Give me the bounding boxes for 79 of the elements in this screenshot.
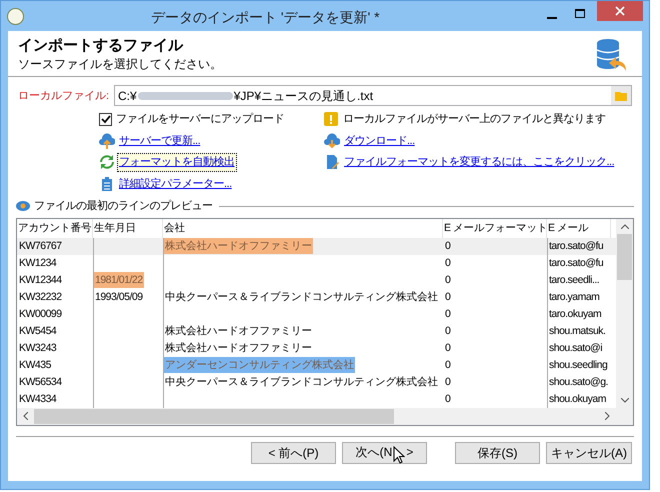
table-cell: 1981/01/22 — [94, 272, 144, 288]
file-label: ローカルファイル: — [18, 88, 108, 104]
table-cell-text: 0 — [444, 256, 452, 271]
close-button[interactable] — [597, 1, 643, 21]
window-title: データのインポート 'データを更新' * — [151, 8, 380, 27]
table-cell-text: KW32232 — [18, 290, 63, 305]
page-subtitle: ソースファイルを選択してください。 — [18, 56, 222, 73]
link[interactable]: 詳細設定パラメーター... — [118, 176, 233, 192]
table-cell-text: KW3243 — [18, 341, 58, 356]
dialog-button[interactable]: キャンセル(A) — [546, 442, 632, 464]
table-cell-text: KW12344 — [18, 273, 63, 288]
close-icon — [615, 6, 625, 16]
scrollbar-thumb[interactable] — [34, 408, 394, 424]
table-cell-text: shou.matsuk. — [548, 324, 606, 339]
vertical-scrollbar[interactable] — [616, 218, 633, 424]
section-title: ファイルの最初のラインのプレビュー — [34, 198, 212, 214]
cloud-download-icon — [324, 132, 340, 149]
clipboard-icon — [99, 176, 115, 192]
eye-icon — [16, 201, 30, 212]
link[interactable]: ダウンロード... — [343, 132, 416, 149]
table-cell-text: taro.sato@fu — [548, 239, 604, 254]
refresh-icon — [99, 154, 115, 170]
table-cell-text: KW435 — [18, 358, 52, 373]
table-cell-text: taro.seedli... — [548, 273, 600, 288]
selected-row[interactable]: KW76767 株式会社ハードオフファミリー 0 taro.sato@fu — [17, 238, 616, 254]
cloud-upload-icon — [99, 132, 115, 149]
table-cell-text: 中央クーパース＆ライブランドコンサルティング株式会社 — [164, 290, 439, 305]
table-cell-text: 0 — [444, 324, 452, 339]
maximize-icon[interactable] — [575, 9, 585, 18]
horizontal-scrollbar[interactable] — [17, 408, 616, 424]
checkbox-label: ファイルをサーバーにアップロード — [116, 112, 284, 127]
dialog-button[interactable]: < 前へ(P) — [251, 442, 336, 464]
database-import-icon — [594, 37, 628, 73]
table-cell-text: 中央クーパース＆ライブランドコンサルティング株式会社 — [164, 375, 439, 390]
table-cell-text: 1993/05/09 — [94, 290, 144, 305]
file-path-field[interactable]: C:¥ ¥JP¥ニュースの見通し.txt — [114, 85, 632, 106]
dialog-button[interactable]: 次へ(N > — [342, 442, 427, 464]
scroll-down-icon[interactable] — [620, 398, 628, 402]
page-title: インポートするファイル — [18, 37, 184, 55]
table-cell-text: taro.yamam — [548, 290, 600, 305]
warning-icon — [324, 112, 338, 126]
table-cell-text: KW4334 — [18, 392, 58, 407]
table-cell-text: shou.seedling — [548, 358, 608, 373]
checkbox[interactable] — [99, 112, 112, 126]
warning-message: ローカルファイルがサーバー上のファイルと異なります — [343, 112, 606, 127]
dialog-button[interactable]: 保存(S) — [455, 442, 540, 464]
scrollbar-thumb[interactable] — [617, 234, 632, 280]
link[interactable]: ファイルフォーマットを変更するには、ここをクリック... — [343, 154, 616, 170]
table-cell-text: 0 — [444, 341, 452, 356]
table-cell-text: 0 — [444, 239, 452, 254]
link[interactable]: サーバーで更新... — [118, 132, 202, 149]
mouse-cursor-icon — [393, 446, 406, 464]
table-cell-text: 0 — [444, 290, 452, 305]
link[interactable]: フォーマットを自動検出 — [118, 154, 236, 170]
table-cell-text: 株式会社ハードオフファミリー — [164, 341, 313, 356]
table-cell-text: shou.sato@g. — [548, 375, 609, 390]
scroll-right-icon[interactable] — [605, 412, 610, 420]
table-cell-text: KW56534 — [18, 375, 63, 390]
folder-icon — [615, 90, 627, 100]
table-cell-text: taro.okuyam — [548, 307, 602, 322]
table-cell-text: taro.sato@fu — [548, 256, 604, 271]
app-icon — [7, 8, 24, 24]
table-cell-text: shou.sato@i — [548, 341, 604, 356]
table-cell-text: KW5454 — [18, 324, 58, 339]
table-cell-text: 0 — [444, 375, 452, 390]
table-cell-text: KW76767 — [18, 239, 63, 254]
table-cell-text: KW1234 — [18, 256, 58, 271]
scroll-up-icon[interactable] — [620, 224, 628, 228]
table-cell-text: 0 — [444, 392, 452, 407]
table-cell-text: KW00099 — [18, 307, 63, 322]
table-cell-text: shou.okuyam — [548, 392, 607, 407]
table-cell-text: 株式会社ハードオフファミリー — [164, 324, 313, 339]
table-cell-text: 0 — [444, 307, 452, 322]
table-cell-text: 0 — [444, 358, 452, 373]
table-cell-text: 0 — [444, 273, 452, 288]
table-cell: 株式会社ハードオフファミリー — [164, 238, 313, 254]
table-cell: アンダーセンコンサルティング株式会社 — [164, 357, 355, 373]
scroll-left-icon[interactable] — [23, 412, 28, 420]
document-edit-icon — [324, 154, 340, 170]
